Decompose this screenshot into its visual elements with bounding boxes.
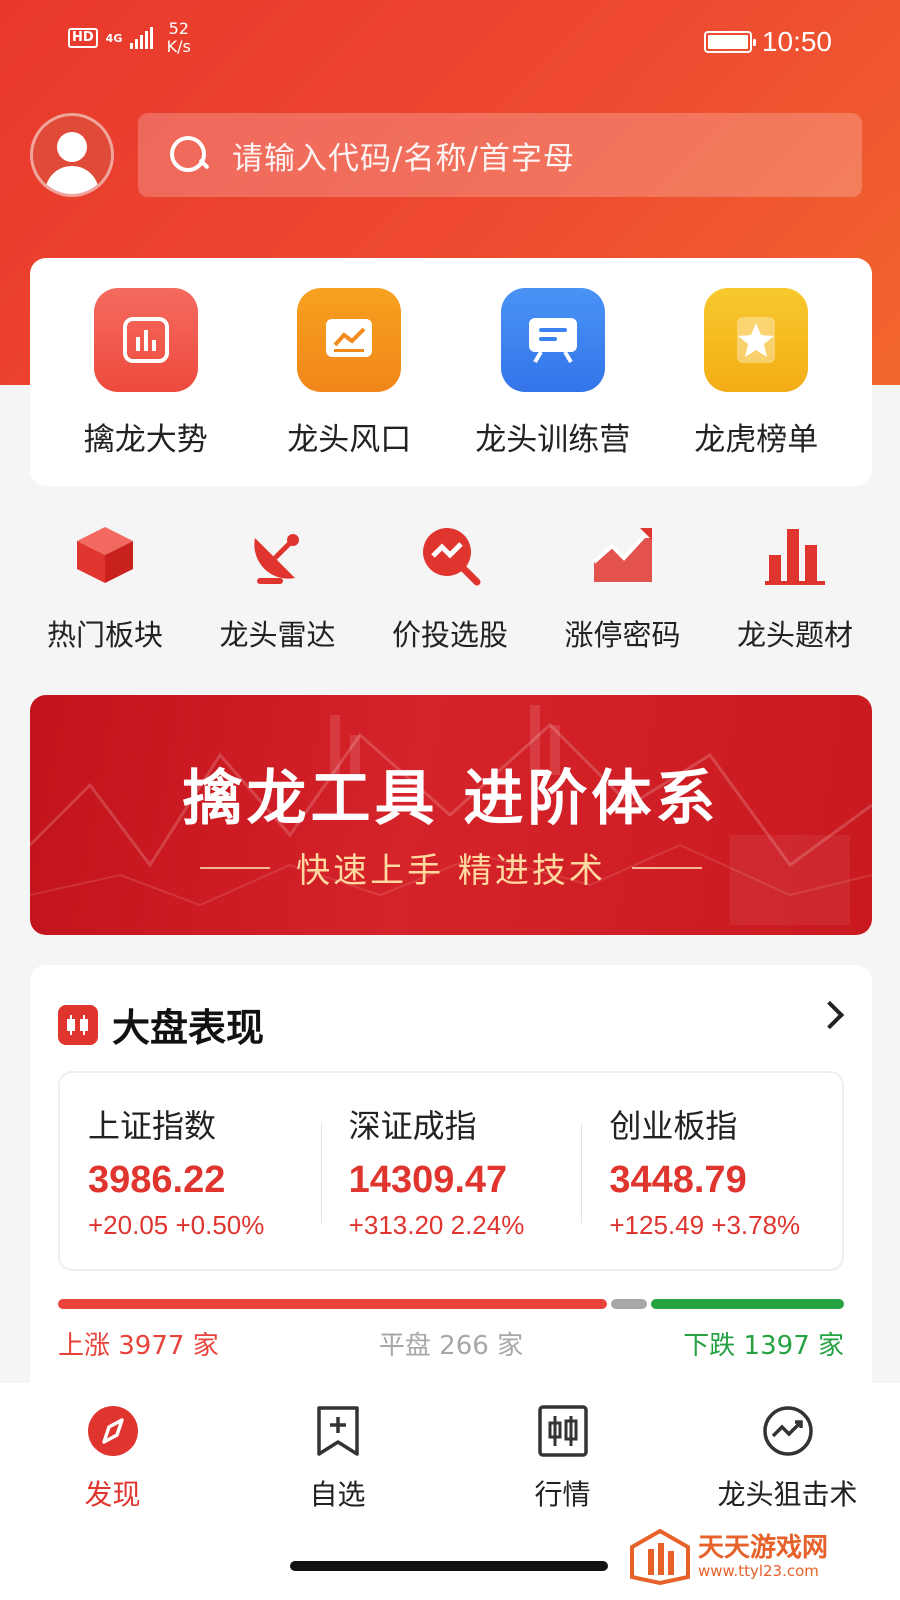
market-breadth-bar xyxy=(58,1299,844,1309)
avatar[interactable] xyxy=(30,113,114,197)
watermark-title: 天天游戏网 xyxy=(698,1533,829,1563)
status-right: 10:50 xyxy=(703,26,832,58)
feature-remen-bankuai[interactable]: 热门板块 xyxy=(20,520,190,654)
compass-icon xyxy=(85,1403,141,1459)
cube-icon xyxy=(70,520,140,590)
feature-label: 龙头训练营 xyxy=(475,422,631,458)
divider xyxy=(200,866,271,869)
watermark-url: www.ttyl23.com xyxy=(698,1562,819,1580)
tab-quotes[interactable]: 行情 xyxy=(463,1403,663,1513)
user-icon xyxy=(57,132,87,162)
tab-watchlist[interactable]: 自选 xyxy=(238,1403,438,1513)
market-breadth-labels: 上涨 3977 家 平盘 266 家 下跌 1397 家 xyxy=(58,1325,844,1362)
index-item[interactable]: 上证指数 3986.22 +20.05 +0.50% xyxy=(60,1073,321,1269)
status-left: HD 4G 52 K/s xyxy=(68,20,191,56)
banner-subtitle-row: 快速上手 精进技术 xyxy=(30,843,872,892)
banner-subtitle: 快速上手 精进技术 xyxy=(296,851,606,891)
tab-discover[interactable]: 发现 xyxy=(13,1403,213,1513)
candlestick-icon xyxy=(535,1403,591,1459)
breadth-flat-label: 平盘 266 家 xyxy=(378,1331,524,1361)
feature-label: 擒龙大势 xyxy=(83,422,208,458)
feature-label: 涨停密码 xyxy=(564,618,681,652)
index-value: 3448.79 xyxy=(609,1159,747,1201)
index-summary: 上证指数 3986.22 +20.05 +0.50% 深证成指 14309.47… xyxy=(58,1071,844,1271)
battery-icon xyxy=(703,31,756,53)
market-header[interactable]: 大盘表现 xyxy=(58,997,264,1052)
tab-sniper[interactable]: 龙头狙击术 xyxy=(688,1403,888,1513)
main-feature-card: 擒龙大势 龙头风口 龙头训练营 龙虎榜单 xyxy=(30,258,872,486)
breadth-down-segment xyxy=(651,1299,844,1309)
secondary-feature-row: 热门板块 龙头雷达 价投选股 涨停密码 龙头题材 xyxy=(0,520,900,654)
breadth-down-label: 下跌 1397 家 xyxy=(683,1331,844,1361)
feature-longtou-xunlianying[interactable]: 龙头训练营 xyxy=(458,258,648,486)
tab-label: 自选 xyxy=(309,1478,366,1511)
presentation-icon xyxy=(500,288,605,392)
watermark: 天天游戏网 www.ttyl23.com xyxy=(630,1529,828,1585)
banner-title: 擒龙工具 进阶体系 xyxy=(182,764,720,834)
candlestick-icon xyxy=(58,1004,98,1045)
status-bar: HD 4G 52 K/s 10:50 xyxy=(0,0,900,80)
feature-label: 龙头题材 xyxy=(736,618,853,652)
breadth-flat-segment xyxy=(610,1299,648,1309)
trend-board-icon xyxy=(297,288,402,392)
hd-badge: HD xyxy=(68,28,98,48)
search-chart-icon xyxy=(415,520,485,590)
feature-jiatou-xuangu[interactable]: 价投选股 xyxy=(365,520,535,654)
watermark-logo-icon xyxy=(630,1529,690,1585)
section-title: 大盘表现 xyxy=(112,1006,265,1050)
search-icon xyxy=(168,134,210,176)
feature-longtou-leida[interactable]: 龙头雷达 xyxy=(193,520,363,654)
bar-chart-icon xyxy=(93,288,198,392)
network-type: 4G xyxy=(105,31,123,45)
clock: 10:50 xyxy=(761,26,832,57)
speed-value: 52 xyxy=(168,19,189,38)
feature-label: 龙虎榜单 xyxy=(694,422,819,458)
breadth-up-label: 上涨 3977 家 xyxy=(58,1331,219,1361)
signal-icon xyxy=(129,27,153,49)
feature-qinlong-dashi[interactable]: 擒龙大势 xyxy=(51,258,241,486)
promo-banner[interactable]: 擒龙工具 进阶体系 快速上手 精进技术 xyxy=(30,695,872,935)
feature-longhu-bangdan[interactable]: 龙虎榜单 xyxy=(661,258,851,486)
tab-label: 龙头狙击术 xyxy=(717,1478,858,1511)
index-value: 14309.47 xyxy=(348,1159,508,1201)
star-badge-icon xyxy=(704,288,809,392)
index-change: +313.20 2.24% xyxy=(348,1210,525,1240)
tab-label: 发现 xyxy=(84,1478,141,1511)
trend-up-icon xyxy=(588,520,658,590)
index-change: +20.05 +0.50% xyxy=(88,1210,265,1240)
index-name: 创业板指 xyxy=(609,1107,738,1145)
speed-unit: K/s xyxy=(166,37,191,56)
target-trend-icon xyxy=(760,1403,816,1459)
index-name: 上证指数 xyxy=(88,1107,217,1145)
feature-longtou-fengkou[interactable]: 龙头风口 xyxy=(254,258,444,486)
feature-longtou-ticai[interactable]: 龙头题材 xyxy=(710,520,880,654)
feature-label: 龙头雷达 xyxy=(219,618,336,652)
index-change: +125.49 +3.78% xyxy=(609,1210,801,1240)
home-indicator[interactable] xyxy=(290,1561,608,1571)
chevron-right-icon[interactable] xyxy=(815,1000,845,1030)
breadth-up-segment xyxy=(58,1299,607,1309)
column-chart-icon xyxy=(760,520,830,590)
divider xyxy=(631,866,702,869)
bottom-tab-bar: 发现 自选 行情 龙头狙击术 天天游戏网 www.ttyl23.com xyxy=(0,1383,900,1600)
feature-label: 龙头风口 xyxy=(287,422,412,458)
tab-label: 行情 xyxy=(534,1478,591,1511)
bookmark-add-icon xyxy=(310,1403,366,1459)
index-item[interactable]: 创业板指 3448.79 +125.49 +3.78% xyxy=(581,1073,842,1269)
search-input[interactable]: 请输入代码/名称/首字母 xyxy=(138,113,862,197)
index-item[interactable]: 深证成指 14309.47 +313.20 2.24% xyxy=(320,1073,582,1269)
feature-label: 热门板块 xyxy=(46,618,163,652)
feature-zhangting-mima[interactable]: 涨停密码 xyxy=(538,520,708,654)
search-placeholder: 请输入代码/名称/首字母 xyxy=(232,140,575,177)
network-speed: 52 K/s xyxy=(167,20,191,56)
feature-label: 价投选股 xyxy=(391,618,508,652)
index-name: 深证成指 xyxy=(348,1107,477,1145)
market-performance-card: 大盘表现 上证指数 3986.22 +20.05 +0.50% 深证成指 143… xyxy=(30,965,872,1383)
radar-dish-icon xyxy=(243,520,313,590)
index-value: 3986.22 xyxy=(88,1159,226,1201)
